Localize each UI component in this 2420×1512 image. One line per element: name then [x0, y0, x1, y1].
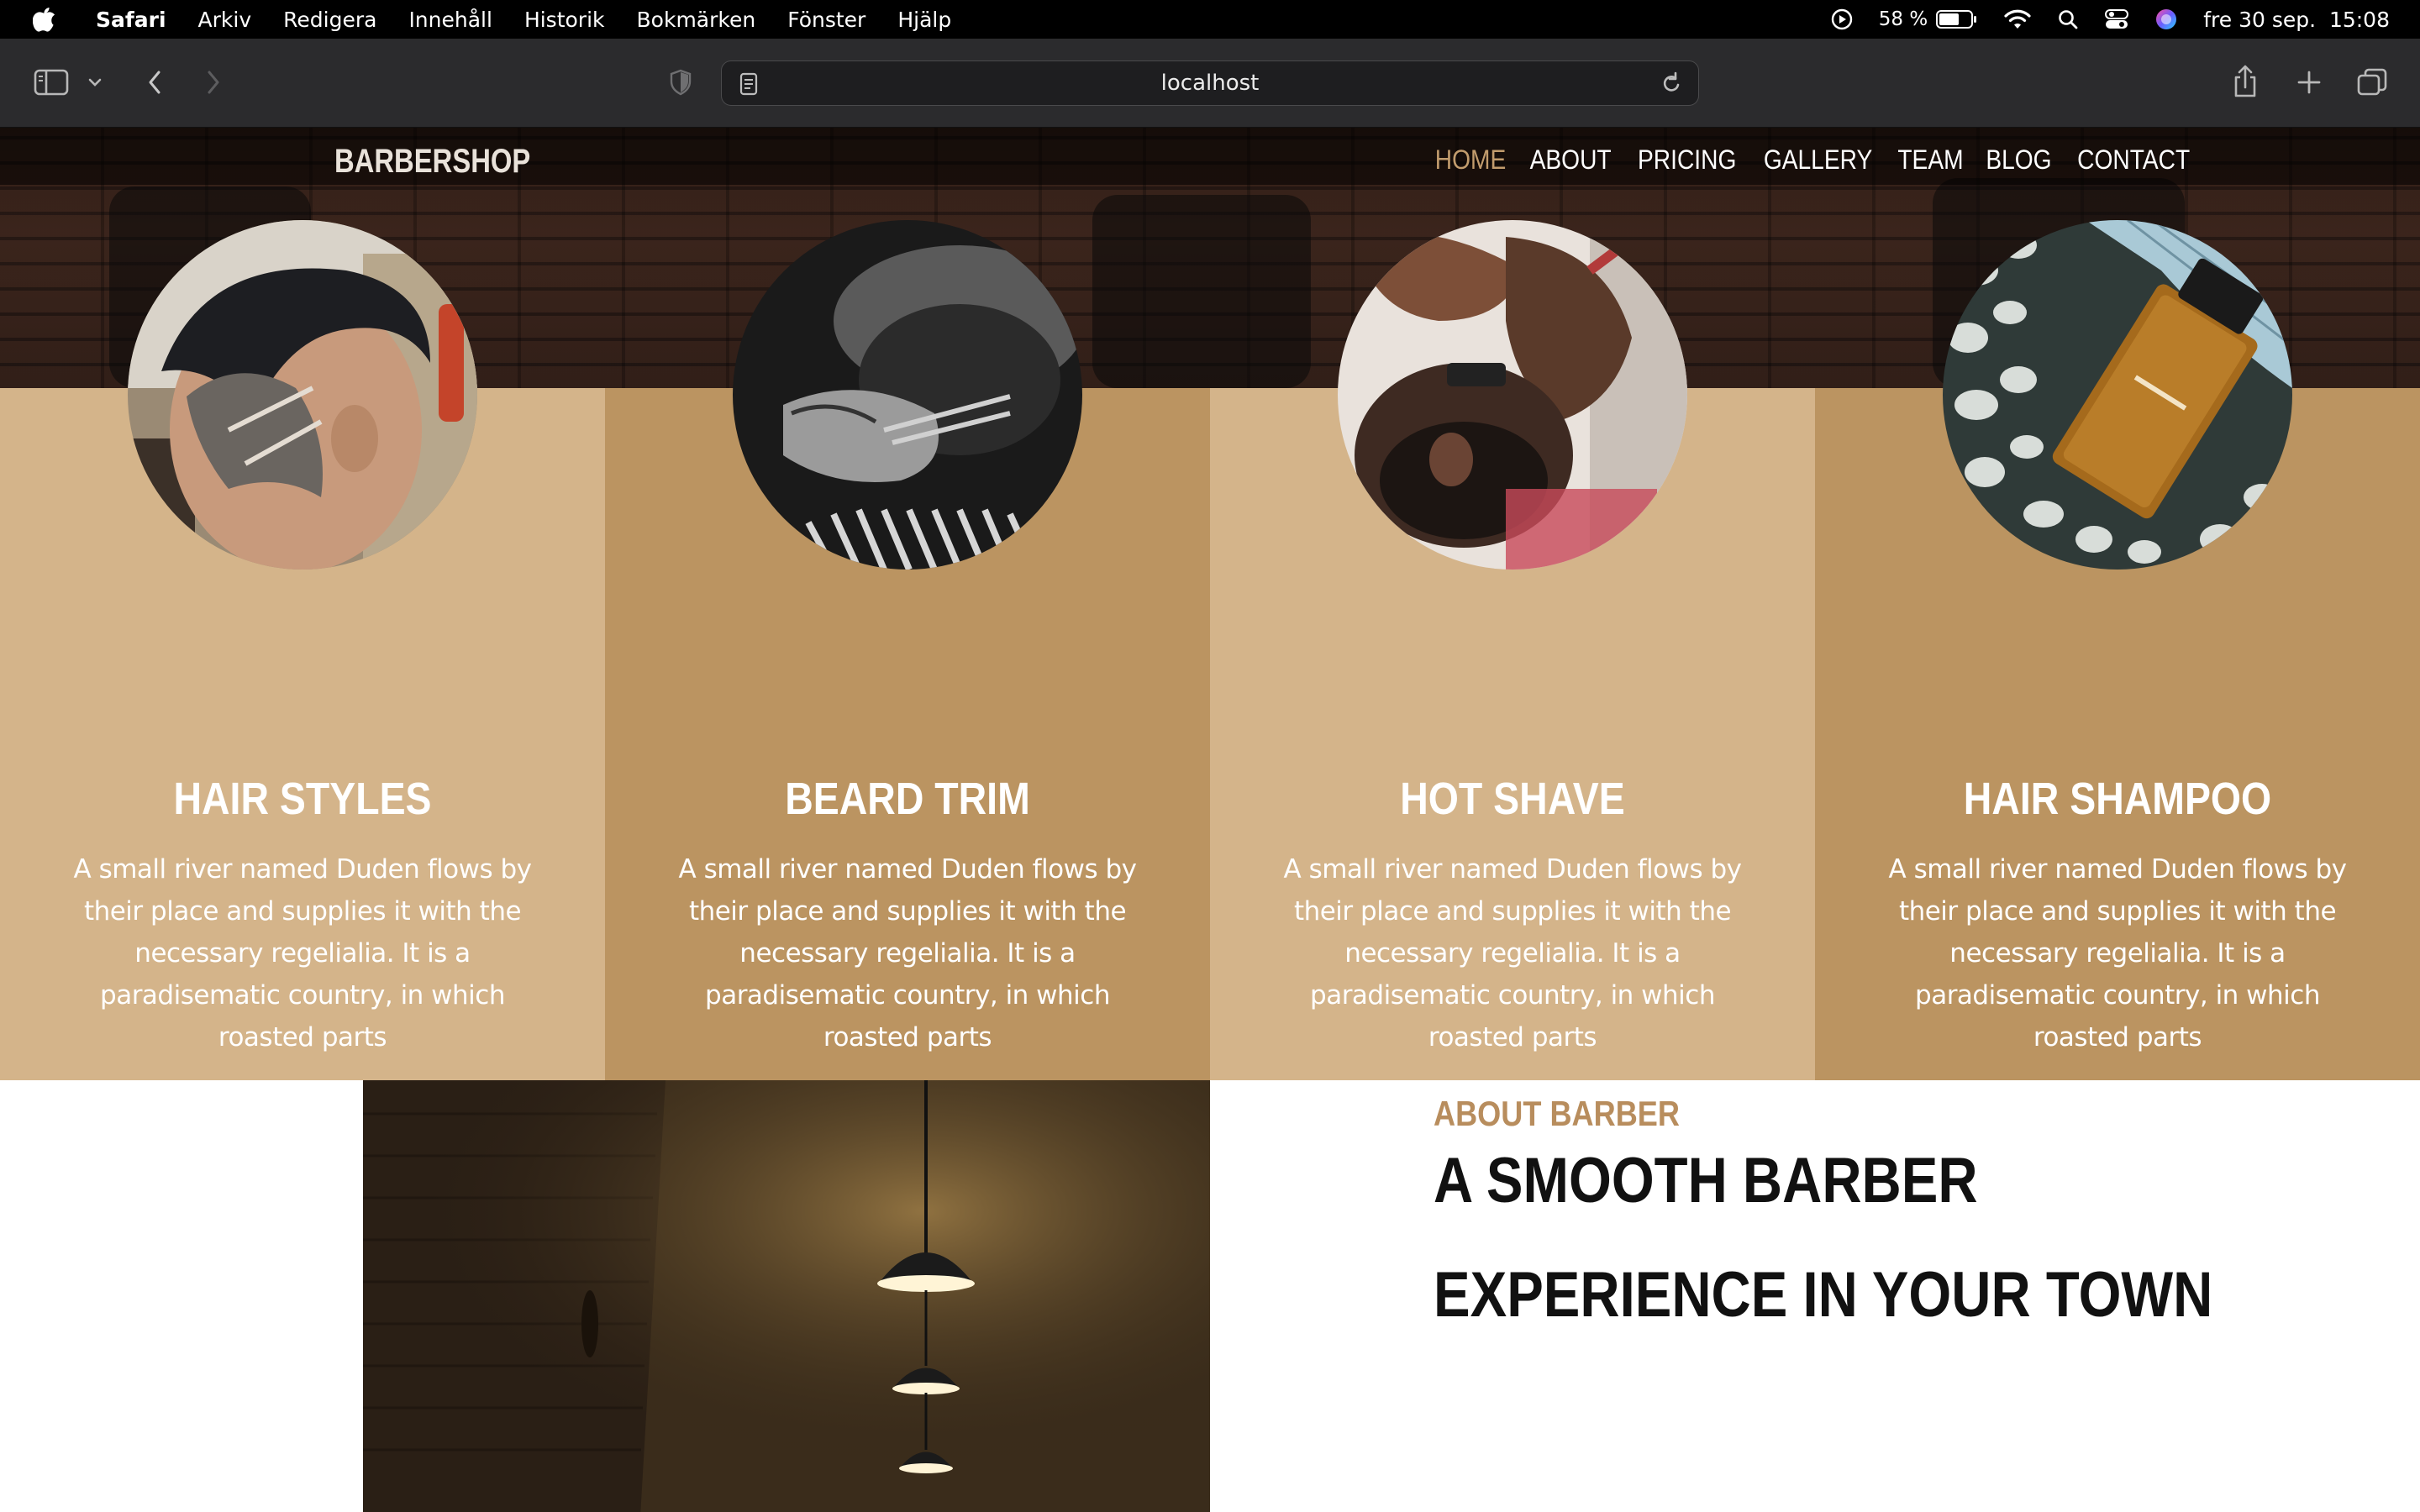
menu-hjalp[interactable]: Hjälp	[897, 8, 951, 32]
tab-overview-icon[interactable]	[2354, 66, 2390, 99]
menu-bar: Safari Arkiv Redigera Innehåll Historik …	[0, 0, 2420, 39]
service-card-hot-shave: HOT SHAVE A small river named Duden flow…	[1210, 220, 1815, 1080]
menu-historik[interactable]: Historik	[524, 8, 605, 32]
services-section: HAIR STYLES A small river named Duden fl…	[0, 220, 2420, 1080]
new-tab-icon[interactable]	[2292, 66, 2326, 99]
site-logo[interactable]: BARBERSHOP	[334, 143, 530, 181]
spotlight-search-icon[interactable]	[2057, 8, 2079, 30]
hair-styles-photo	[128, 220, 477, 570]
menu-redigera[interactable]: Redigera	[283, 8, 376, 32]
nav-gallery[interactable]: GALLERY	[1764, 144, 1872, 176]
menu-innehall[interactable]: Innehåll	[408, 8, 492, 32]
service-card-hair-styles: HAIR STYLES A small river named Duden fl…	[0, 220, 605, 1080]
apple-menu-icon[interactable]	[32, 5, 57, 34]
web-page: BARBERSHOP HOME ABOUT PRICING GALLERY TE…	[0, 128, 2420, 1512]
nav-links: HOME ABOUT PRICING GALLERY TEAM BLOG CON…	[1417, 144, 2197, 176]
back-icon[interactable]	[139, 66, 170, 99]
reload-icon[interactable]	[1660, 71, 1683, 102]
wifi-icon[interactable]	[2003, 8, 2032, 30]
about-heading-line-2: EXPERIENCE IN YOUR TOWN	[1434, 1259, 2213, 1331]
clock[interactable]: fre 30 sep. 15:08	[2203, 8, 2390, 32]
nav-contact[interactable]: CONTACT	[2077, 144, 2190, 176]
about-photo	[363, 1080, 1210, 1512]
now-playing-icon[interactable]	[1830, 8, 1854, 31]
service-title: HAIR STYLES	[173, 774, 432, 824]
service-card-hair-shampoo: HAIR SHAMPOO A small river named Duden f…	[1815, 220, 2420, 1080]
hot-shave-photo	[1338, 220, 1687, 570]
hair-shampoo-photo	[1943, 220, 2292, 570]
nav-about[interactable]: ABOUT	[1530, 144, 1612, 176]
about-heading-line-1: A SMOOTH BARBER	[1434, 1145, 1978, 1216]
url-text[interactable]: localhost	[1161, 71, 1260, 96]
menu-app-safari[interactable]: Safari	[96, 8, 166, 32]
battery-icon[interactable]	[1936, 9, 1978, 29]
nav-pricing[interactable]: PRICING	[1638, 144, 1736, 176]
service-description: A small river named Duden flows by their…	[73, 854, 532, 1053]
service-title: BEARD TRIM	[785, 774, 1030, 824]
nav-team[interactable]: TEAM	[1897, 144, 1963, 176]
nav-home[interactable]: HOME	[1435, 144, 1506, 176]
beard-trim-photo	[733, 220, 1082, 570]
service-description: A small river named Duden flows by their…	[678, 854, 1137, 1053]
site-navbar: BARBERSHOP HOME ABOUT PRICING GALLERY TE…	[0, 128, 2420, 185]
service-description: A small river named Duden flows by their…	[1283, 854, 1742, 1053]
share-icon[interactable]	[2228, 62, 2262, 101]
forward-icon[interactable]	[198, 66, 229, 99]
siri-icon[interactable]	[2154, 8, 2178, 31]
browser-toolbar: localhost	[0, 39, 2420, 128]
chevron-down-icon[interactable]	[84, 72, 106, 92]
service-title: HOT SHAVE	[1400, 774, 1625, 824]
control-center-icon[interactable]	[2104, 8, 2129, 30]
service-description: A small river named Duden flows by their…	[1888, 854, 2347, 1053]
service-title: HAIR SHAMPOO	[1963, 774, 2272, 824]
page-icon	[739, 71, 759, 102]
status-area: 58 % fre 30 sep. 15:08	[1805, 0, 2390, 39]
menu-arkiv[interactable]: Arkiv	[198, 8, 252, 32]
address-bar[interactable]: localhost	[721, 60, 1699, 106]
privacy-shield-icon[interactable]	[666, 67, 696, 97]
about-heading: A SMOOTH BARBER EXPERIENCE IN YOUR TOWN	[1434, 1124, 2213, 1352]
sidebar-toggle-icon[interactable]	[32, 66, 71, 99]
menu-fonster[interactable]: Fönster	[787, 8, 865, 32]
nav-blog[interactable]: BLOG	[1986, 144, 2051, 176]
service-card-beard-trim: BEARD TRIM A small river named Duden flo…	[605, 220, 1210, 1080]
battery-percent: 58 %	[1878, 8, 1928, 30]
menu-bokmarken[interactable]: Bokmärken	[637, 8, 756, 32]
